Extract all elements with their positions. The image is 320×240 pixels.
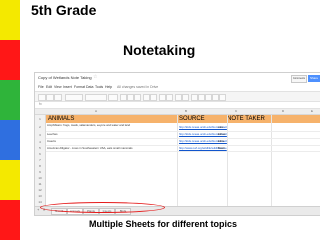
column-divider [227, 115, 228, 215]
bold-icon[interactable] [120, 94, 127, 101]
undo-icon[interactable] [46, 94, 54, 101]
row-number[interactable]: 6 [35, 152, 45, 156]
column-c-header[interactable]: C [235, 109, 237, 113]
formula-bar[interactable]: fx [35, 102, 320, 109]
stripe-green [0, 80, 20, 120]
cell-note-taker[interactable]: Ethan [218, 133, 225, 136]
column-b-header[interactable]: B [185, 109, 187, 113]
merge-icon[interactable] [166, 94, 173, 101]
link-icon[interactable] [191, 94, 198, 101]
slide-caption: Multiple Sheets for different topics [89, 219, 238, 229]
spreadsheet-screenshot: Copy of Wetlands Note Taking ☆ Comments … [34, 72, 320, 216]
share-button[interactable]: Share [308, 75, 320, 82]
chart-icon[interactable] [205, 94, 212, 101]
print-icon[interactable] [38, 94, 46, 101]
strikethrough-icon[interactable] [134, 94, 141, 101]
cell-note-taker[interactable]: Alex [218, 126, 223, 129]
menu-help[interactable]: Help [105, 85, 112, 89]
row-number[interactable]: 5 [35, 146, 45, 150]
redo-icon[interactable] [54, 94, 62, 101]
font-dropdown[interactable] [85, 94, 107, 101]
row-number[interactable]: 14 [35, 200, 45, 204]
comments-button[interactable]: Comments [291, 75, 307, 83]
menu-insert[interactable]: Insert [63, 85, 72, 89]
stripe-red-2 [0, 200, 20, 240]
align-icon[interactable] [175, 94, 182, 101]
row-number[interactable]: 3 [35, 133, 45, 137]
row-number[interactable]: 8 [35, 164, 45, 168]
stripe-blue [0, 120, 20, 160]
cell-animal[interactable]: American Alligator - Lives in Southeaste… [47, 147, 133, 150]
cell-note-taker[interactable]: Eliza [218, 140, 224, 143]
header-row: ANIMALS SOURCE NOTE TAKER [46, 115, 320, 123]
italic-icon[interactable] [127, 94, 134, 101]
row-number[interactable]: 12 [35, 188, 45, 192]
wrap-icon[interactable] [182, 94, 189, 101]
row-number-column: 1 2 3 4 5 6 7 8 9 10 11 12 13 14 15 16 [35, 115, 46, 215]
fill-color-icon[interactable] [150, 94, 157, 101]
column-a-header[interactable]: A [95, 109, 97, 113]
row-number[interactable]: 9 [35, 170, 45, 174]
menu-tools[interactable]: Tools [95, 85, 103, 89]
function-icon[interactable] [219, 94, 226, 101]
row-number[interactable]: 10 [35, 176, 45, 180]
menu-format[interactable]: Format [74, 85, 85, 89]
stripe-yellow [0, 0, 20, 40]
row-number[interactable]: 1 [35, 117, 45, 121]
stripe-yellow-2 [0, 160, 20, 200]
source-header[interactable]: SOURCE [179, 116, 205, 122]
add-sheet-icon[interactable]: + [37, 207, 39, 212]
star-icon[interactable]: ☆ [93, 74, 97, 80]
row-number[interactable]: 4 [35, 140, 45, 144]
formula-label: fx [39, 102, 42, 106]
toolbar [35, 91, 320, 102]
row-number[interactable]: 2 [35, 125, 45, 129]
column-divider [271, 115, 272, 215]
cell-note-taker[interactable]: Beatr [218, 147, 225, 150]
cell-animal[interactable]: Insects [47, 140, 56, 143]
menu-edit[interactable]: Edit [46, 85, 52, 89]
save-status: All changes saved in Drive [117, 85, 159, 89]
borders-icon[interactable] [159, 94, 166, 101]
row-number[interactable]: 11 [35, 182, 45, 186]
column-e-header[interactable]: E [311, 109, 313, 113]
cell-animal[interactable]: Leeches [47, 133, 58, 136]
menu-view[interactable]: View [54, 85, 62, 89]
row-number[interactable]: 13 [35, 194, 45, 198]
column-divider [177, 115, 178, 215]
note-taker-header[interactable]: NOTE TAKER [227, 116, 265, 122]
text-color-icon[interactable] [143, 94, 150, 101]
row-divider [46, 151, 320, 152]
row-number[interactable]: 7 [35, 158, 45, 162]
app-header: Copy of Wetlands Note Taking ☆ Comments … [35, 73, 320, 85]
number-format-dropdown[interactable] [65, 94, 83, 101]
comment-icon[interactable] [198, 94, 205, 101]
slide-heading: Notetaking [123, 42, 196, 58]
cell-animal[interactable]: Amphibians: frogs, toads, salamanders, e… [47, 124, 167, 127]
stripe-red [0, 40, 20, 80]
document-title[interactable]: Copy of Wetlands Note Taking [38, 75, 92, 80]
color-stripe [0, 0, 20, 240]
animals-header[interactable]: ANIMALS [48, 116, 74, 122]
font-size-dropdown[interactable] [108, 94, 118, 101]
slide-title: 5th Grade [31, 2, 97, 18]
column-d-header[interactable]: D [282, 109, 284, 113]
menu-file[interactable]: File [38, 85, 44, 89]
tabs-highlight-ellipse [40, 202, 165, 213]
menu-data[interactable]: Data [86, 85, 93, 89]
filter-icon[interactable] [212, 94, 219, 101]
